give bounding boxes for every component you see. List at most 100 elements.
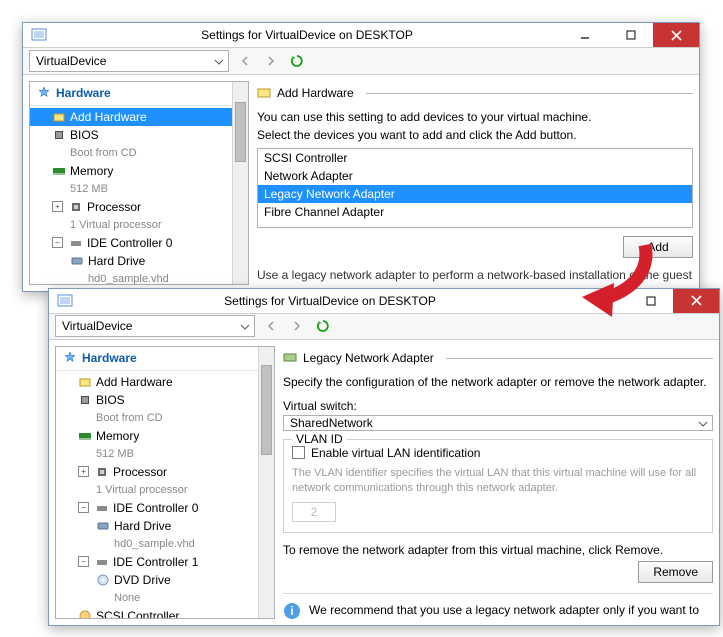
close-button[interactable] xyxy=(673,289,719,313)
toolbar: VirtualDevice xyxy=(23,48,699,75)
maximize-button[interactable] xyxy=(627,289,673,313)
scsi-icon xyxy=(78,609,92,619)
hardware-tree[interactable]: Hardware Add Hardware BIOS Boot from CD … xyxy=(29,81,249,285)
controller-icon xyxy=(95,555,109,569)
vm-selector-value: VirtualDevice xyxy=(62,319,132,333)
nav-forward-button[interactable] xyxy=(261,51,281,71)
collapse-toggle[interactable]: − xyxy=(78,502,89,513)
info-box: i We recommend that you use a legacy net… xyxy=(283,593,713,619)
scrollbar-thumb[interactable] xyxy=(261,365,272,455)
memory-icon xyxy=(78,429,92,443)
processor-icon xyxy=(69,200,83,214)
divider xyxy=(366,93,693,94)
tree-bios-sub: Boot from CD xyxy=(30,144,248,162)
titlebar[interactable]: Settings for VirtualDevice on DESKTOP xyxy=(23,23,699,48)
tree-hard-drive[interactable]: Hard Drive xyxy=(30,252,248,270)
app-icon xyxy=(57,293,73,309)
close-button[interactable] xyxy=(653,23,699,47)
add-hardware-icon xyxy=(52,110,66,124)
tree-hard-drive[interactable]: Hard Drive xyxy=(56,517,274,535)
tree-bios[interactable]: BIOS xyxy=(56,391,274,409)
remove-line: To remove the network adapter from this … xyxy=(283,543,713,557)
panel-heading: Add Hardware xyxy=(277,86,354,100)
vlan-hint: The VLAN identifier specifies the virtua… xyxy=(292,466,704,496)
settings-window-1: Settings for VirtualDevice on DESKTOP Vi… xyxy=(22,22,700,292)
tree-add-hardware[interactable]: Add Hardware xyxy=(56,373,274,391)
bios-icon xyxy=(52,128,66,142)
tree-processor-sub: 1 Virtual processor xyxy=(56,481,274,499)
controller-icon xyxy=(69,236,83,250)
checkbox-icon xyxy=(292,446,305,459)
tree-memory[interactable]: Memory xyxy=(30,162,248,180)
titlebar[interactable]: Settings for VirtualDevice on DESKTOP xyxy=(49,289,719,314)
hardware-tree[interactable]: Hardware Add Hardware BIOS Boot from CD … xyxy=(55,346,275,619)
minimize-button[interactable] xyxy=(561,23,607,47)
chevron-down-icon xyxy=(240,319,250,333)
vlan-group: VLAN ID Enable virtual LAN identificatio… xyxy=(283,439,713,533)
nav-forward-button[interactable] xyxy=(287,316,307,336)
tree-section-hardware[interactable]: Hardware xyxy=(56,347,274,371)
info-icon: i xyxy=(283,602,301,619)
window-title: Settings for VirtualDevice on DESKTOP xyxy=(79,294,581,308)
device-row[interactable]: Fibre Channel Adapter xyxy=(258,203,692,221)
tree-dvd[interactable]: DVD Drive xyxy=(56,571,274,589)
hard-drive-icon xyxy=(96,519,110,533)
collapse-toggle[interactable]: − xyxy=(52,237,63,248)
tree-hard-drive-sub: hd0_sample.vhd xyxy=(30,270,248,285)
vm-selector[interactable]: VirtualDevice xyxy=(29,50,229,72)
panel-intro: Specify the configuration of the network… xyxy=(283,375,713,389)
controller-icon xyxy=(95,501,109,515)
add-hardware-icon xyxy=(78,375,92,389)
star-icon xyxy=(64,351,76,366)
add-button[interactable]: Add xyxy=(623,236,693,258)
device-row[interactable]: Legacy Network Adapter xyxy=(258,185,692,203)
refresh-button[interactable] xyxy=(313,316,333,336)
bios-icon xyxy=(78,393,92,407)
memory-icon xyxy=(52,164,66,178)
refresh-button[interactable] xyxy=(287,51,307,71)
tree-bios[interactable]: BIOS xyxy=(30,126,248,144)
remove-button[interactable]: Remove xyxy=(638,561,713,583)
device-row[interactable]: Network Adapter xyxy=(258,167,692,185)
scrollbar-thumb[interactable] xyxy=(235,102,246,162)
vlan-check-label: Enable virtual LAN identification xyxy=(311,446,480,460)
chevron-down-icon xyxy=(214,54,224,68)
window-title: Settings for VirtualDevice on DESKTOP xyxy=(53,28,561,42)
nav-back-button[interactable] xyxy=(235,51,255,71)
panel-footer-text: Use a legacy network adapter to perform … xyxy=(257,268,693,282)
tree-processor[interactable]: + Processor xyxy=(56,463,274,481)
tree-hard-drive-sub: hd0_sample.vhd xyxy=(56,535,274,553)
vlan-id-input[interactable]: 2 xyxy=(292,502,336,522)
tree-bios-sub: Boot from CD xyxy=(56,409,274,427)
tree-scrollbar[interactable] xyxy=(232,82,248,284)
tree-ide0[interactable]: − IDE Controller 0 xyxy=(56,499,274,517)
tree-ide0[interactable]: − IDE Controller 0 xyxy=(30,234,248,252)
processor-icon xyxy=(95,465,109,479)
panel-intro2: Select the devices you want to add and c… xyxy=(257,128,693,142)
svg-text:i: i xyxy=(290,604,293,618)
panel-heading: Legacy Network Adapter xyxy=(303,351,434,365)
vm-selector-value: VirtualDevice xyxy=(36,54,106,68)
tree-ide1[interactable]: − IDE Controller 1 xyxy=(56,553,274,571)
tree-add-hardware[interactable]: Add Hardware xyxy=(30,108,248,126)
minimize-button[interactable] xyxy=(581,289,627,313)
dvd-icon xyxy=(96,573,110,587)
tree-scrollbar[interactable] xyxy=(258,347,274,618)
device-list[interactable]: SCSI Controller Network Adapter Legacy N… xyxy=(257,148,693,228)
tree-memory[interactable]: Memory xyxy=(56,427,274,445)
device-row[interactable]: SCSI Controller xyxy=(258,149,692,167)
maximize-button[interactable] xyxy=(607,23,653,47)
expand-toggle[interactable]: + xyxy=(78,466,89,477)
vlan-enable-checkbox[interactable]: Enable virtual LAN identification xyxy=(292,446,704,460)
tree-processor[interactable]: + Processor xyxy=(30,198,248,216)
tree-processor-sub: 1 Virtual processor xyxy=(30,216,248,234)
collapse-toggle[interactable]: − xyxy=(78,556,89,567)
tree-memory-sub: 512 MB xyxy=(30,180,248,198)
tree-section-hardware[interactable]: Hardware xyxy=(30,82,248,106)
vm-selector[interactable]: VirtualDevice xyxy=(55,315,255,337)
tree-scsi[interactable]: SCSI Controller xyxy=(56,607,274,619)
nav-back-button[interactable] xyxy=(261,316,281,336)
vswitch-dropdown[interactable]: SharedNetwork xyxy=(283,415,713,431)
info-text: We recommend that you use a legacy netwo… xyxy=(309,602,713,619)
expand-toggle[interactable]: + xyxy=(52,201,63,212)
